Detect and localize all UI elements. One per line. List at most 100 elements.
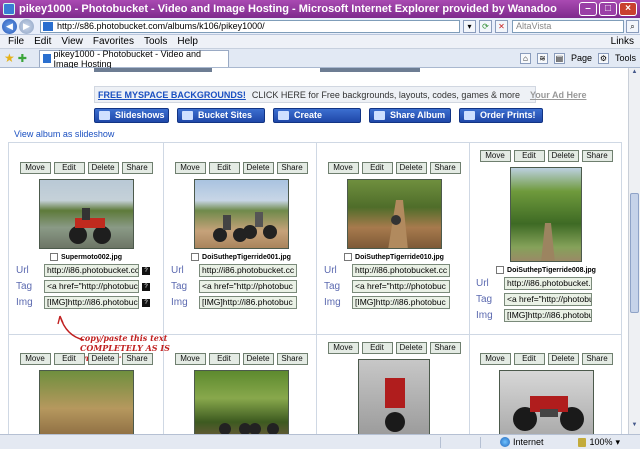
add-favorite-icon[interactable]: ✚	[18, 52, 27, 65]
photo-thumbnail[interactable]	[38, 179, 134, 249]
delete-button[interactable]: Delete	[547, 150, 579, 162]
share-button[interactable]: Share	[121, 162, 153, 174]
menu-tools[interactable]: Tools	[144, 36, 167, 47]
close-button[interactable]: ×	[619, 2, 637, 16]
tag-field[interactable]: <a href="http://photobuc	[44, 280, 139, 293]
menu-file[interactable]: File	[8, 36, 24, 47]
chevron-down-icon[interactable]: ▾	[615, 437, 620, 448]
page-menu[interactable]: Page	[571, 53, 592, 63]
edit-button[interactable]: Edit	[208, 353, 240, 365]
img-field[interactable]: [IMG]http://i86.photobuc	[352, 296, 450, 309]
help-icon[interactable]: ?	[142, 282, 150, 291]
print-icon[interactable]: ▤	[553, 52, 565, 64]
slideshow-link[interactable]: View album as slideshow	[14, 129, 114, 139]
menu-edit[interactable]: Edit	[34, 36, 51, 47]
img-field[interactable]: [IMG]http://i86.photobuc	[199, 296, 297, 309]
back-button[interactable]: ◀	[2, 18, 17, 34]
search-input[interactable]: AltaVista	[512, 19, 624, 33]
tag-field[interactable]: <a href="http://photobuc	[504, 293, 592, 306]
share-button[interactable]: Share	[121, 353, 153, 365]
url-field[interactable]: http://i86.photobucket.cc	[199, 264, 297, 277]
share-button[interactable]: Share	[429, 342, 461, 354]
move-button[interactable]: Move	[174, 162, 206, 174]
url-field[interactable]: http://i86.photobucket.cc	[352, 264, 450, 277]
photo-thumbnail[interactable]	[498, 370, 594, 434]
gear-icon[interactable]: ⚙	[597, 52, 609, 64]
forward-button[interactable]: ▶	[19, 18, 34, 34]
photo-thumbnail[interactable]	[358, 359, 430, 434]
edit-button[interactable]: Edit	[513, 353, 545, 365]
move-button[interactable]: Move	[327, 342, 359, 354]
photo-thumbnail[interactable]	[193, 370, 289, 434]
share-button[interactable]: Share	[581, 353, 613, 365]
img-field[interactable]: [IMG]http://i86.photobuc	[504, 309, 592, 322]
maximize-button[interactable]: □	[599, 2, 617, 16]
delete-button[interactable]: Delete	[87, 353, 119, 365]
select-checkbox[interactable]	[496, 266, 505, 274]
favorites-star-icon[interactable]: ★	[4, 51, 15, 65]
bucket-sites-button[interactable]: Bucket Sites	[177, 108, 265, 123]
edit-button[interactable]: Edit	[361, 342, 393, 354]
ad-banner[interactable]: FREE MYSPACE BACKGROUNDS! CLICK HERE for…	[94, 86, 586, 103]
tag-field[interactable]: <a href="http://photobuc	[199, 280, 297, 293]
order-prints-button[interactable]: Order Prints!	[459, 108, 543, 123]
stop-icon[interactable]: ✕	[495, 19, 508, 33]
scroll-thumb[interactable]	[630, 193, 639, 313]
security-zone[interactable]: Internet	[500, 437, 544, 447]
photo-thumbnail[interactable]	[193, 179, 289, 249]
delete-button[interactable]: Delete	[547, 353, 579, 365]
scroll-up-icon[interactable]: ▲	[630, 69, 639, 79]
share-button[interactable]: Share	[276, 162, 308, 174]
browser-tab[interactable]: pikey1000 - Photobucket - Video and Imag…	[38, 49, 229, 69]
share-button[interactable]: Share	[581, 150, 613, 162]
delete-button[interactable]: Delete	[87, 162, 119, 174]
edit-button[interactable]: Edit	[53, 353, 85, 365]
help-icon[interactable]: ?	[142, 298, 150, 307]
zoom-control[interactable]: 100% ▾	[578, 437, 620, 448]
select-checkbox[interactable]	[191, 253, 200, 261]
banner-text[interactable]: CLICK HERE for Free backgrounds, layouts…	[252, 90, 520, 100]
vertical-scrollbar[interactable]: ▲ ▼	[628, 68, 640, 434]
tools-menu[interactable]: Tools	[615, 53, 636, 63]
edit-button[interactable]: Edit	[53, 162, 85, 174]
scroll-down-icon[interactable]: ▼	[630, 422, 639, 432]
search-icon[interactable]: ⌕	[626, 19, 639, 33]
photo-thumbnail[interactable]	[38, 370, 134, 434]
move-button[interactable]: Move	[19, 162, 51, 174]
slideshows-button[interactable]: Slideshows	[94, 108, 169, 123]
share-album-button[interactable]: Share Album	[369, 108, 451, 123]
ad-here-link[interactable]: Your Ad Here	[530, 90, 587, 100]
share-button[interactable]: Share	[276, 353, 308, 365]
home-icon[interactable]: ⌂	[519, 52, 531, 64]
photo-thumbnail[interactable]	[510, 167, 582, 262]
delete-button[interactable]: Delete	[242, 162, 274, 174]
img-field[interactable]: [IMG]http://i86.photobuc	[44, 296, 139, 309]
delete-button[interactable]: Delete	[395, 342, 427, 354]
address-input[interactable]: http://s86.photobucket.com/albums/k106/p…	[40, 19, 460, 33]
delete-button[interactable]: Delete	[242, 353, 274, 365]
photo-thumbnail[interactable]	[346, 179, 442, 249]
menu-view[interactable]: View	[61, 36, 83, 47]
move-button[interactable]: Move	[174, 353, 206, 365]
edit-button[interactable]: Edit	[513, 150, 545, 162]
move-button[interactable]: Move	[479, 353, 511, 365]
url-field[interactable]: http://i86.photobucket.cc	[504, 277, 592, 290]
move-button[interactable]: Move	[327, 162, 359, 174]
banner-headline[interactable]: FREE MYSPACE BACKGROUNDS!	[98, 90, 246, 100]
edit-button[interactable]: Edit	[361, 162, 393, 174]
move-button[interactable]: Move	[479, 150, 511, 162]
links-toolbar[interactable]: Links	[611, 36, 634, 47]
select-checkbox[interactable]	[49, 253, 58, 261]
address-dropdown-icon[interactable]: ▾	[463, 19, 476, 33]
select-checkbox[interactable]	[344, 253, 353, 261]
edit-button[interactable]: Edit	[208, 162, 240, 174]
delete-button[interactable]: Delete	[395, 162, 427, 174]
move-button[interactable]: Move	[19, 353, 51, 365]
refresh-icon[interactable]: ⟳	[479, 19, 492, 33]
menu-help[interactable]: Help	[177, 36, 198, 47]
create-filmloop-button[interactable]: Create FilmLoop	[273, 108, 361, 133]
help-icon[interactable]: ?	[142, 266, 150, 275]
tag-field[interactable]: <a href="http://photobuc	[352, 280, 450, 293]
menu-favorites[interactable]: Favorites	[93, 36, 134, 47]
url-field[interactable]: http://i86.photobucket.com	[44, 264, 139, 277]
